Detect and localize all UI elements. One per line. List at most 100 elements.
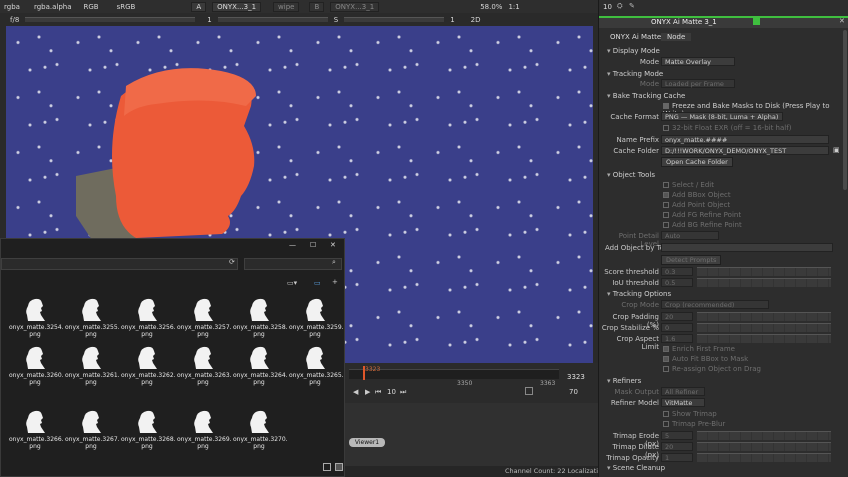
file-item[interactable]: onyx_matte.3255. png — [65, 297, 120, 338]
iou-threshold-slider[interactable] — [697, 278, 831, 287]
auto-fit-checkbox[interactable]: Auto Fit BBox to Mask — [663, 355, 748, 363]
trimap-opacity-input[interactable]: 1 — [661, 453, 693, 462]
select-edit-checkbox[interactable]: Select / Edit — [663, 181, 714, 189]
section-object-tools[interactable]: Object Tools — [607, 171, 655, 179]
trimap-dilate-slider[interactable] — [697, 442, 831, 451]
step-forward-button[interactable]: ⏭ — [400, 388, 406, 397]
float-exr-checkbox[interactable]: 32-bit Float EXR (off = 16-bit half) — [663, 124, 791, 132]
trimap-dilate-input[interactable]: 20 — [661, 442, 693, 451]
file-item[interactable]: onyx_matte.3259. png — [289, 297, 344, 338]
mode-dropdown[interactable]: Matte Overlay — [661, 57, 735, 66]
name-prefix-input[interactable]: onyx_matte.#### — [661, 135, 829, 144]
tiles-view-icon[interactable] — [335, 463, 343, 471]
tracking-mode-dropdown[interactable]: Loaded per Frame — [661, 79, 735, 88]
add-bg-refine-checkbox[interactable]: Add BG Refine Point — [663, 221, 742, 229]
score-threshold-slider[interactable] — [697, 267, 831, 276]
file-item[interactable]: onyx_matte.3268. png — [121, 409, 176, 450]
fps-field[interactable]: 70 — [569, 388, 578, 396]
file-item[interactable]: onyx_matte.3269. png — [177, 409, 232, 450]
add-point-checkbox[interactable]: Add Point Object — [663, 201, 730, 209]
trimap-opacity-slider[interactable] — [697, 453, 831, 462]
details-pane-icon[interactable]: ▭ — [314, 279, 321, 287]
timeline[interactable]: 3323 3350 3363 3323 ◀ ▶ ⏮ 10 ⏭ 70 — [345, 363, 598, 403]
zoom-dropdown[interactable]: 58.0% — [480, 3, 502, 11]
crop-stabilize-input[interactable]: 0 — [661, 323, 693, 332]
mask-output-dropdown[interactable]: All Refiner — [661, 387, 705, 396]
viewer-node[interactable]: Viewer1 — [349, 438, 385, 447]
enrich-first-checkbox[interactable]: Enrich First Frame — [663, 345, 735, 353]
panel-scrollbar[interactable] — [843, 30, 847, 190]
crop-stabilize-slider[interactable] — [697, 323, 831, 332]
refiner-model-dropdown[interactable]: VitMatte — [661, 398, 705, 407]
file-item[interactable]: onyx_matte.3266. png — [9, 409, 64, 450]
trimap-preblur-checkbox[interactable]: Trimap Pre-Blur — [663, 420, 725, 428]
cache-folder-input[interactable]: D:/!!!WORK/ONYX_DEMO/ONYX_TEST — [661, 146, 829, 155]
timeline-ruler[interactable] — [349, 369, 559, 379]
lut-dropdown[interactable]: sRGB — [117, 3, 136, 11]
step-back-button[interactable]: ⏮ — [375, 388, 381, 397]
crop-padding-input[interactable]: 20 — [661, 312, 693, 321]
reassign-checkbox[interactable]: Re-assign Object on Drag — [663, 365, 761, 373]
file-item[interactable]: onyx_matte.3257. png — [177, 297, 232, 338]
add-bbox-checkbox[interactable]: Add BBox Object — [663, 191, 731, 199]
search-icon[interactable]: ⌕ — [332, 258, 336, 267]
add-fg-refine-checkbox[interactable]: Add FG Refine Point — [663, 211, 741, 219]
crop-padding-slider[interactable] — [697, 312, 831, 321]
address-bar[interactable] — [1, 258, 238, 270]
file-explorer-window[interactable]: — ☐ ✕ ⟳ ⌕ ▭▾ ▭ + onyx_matte.3254. png onyx… — [0, 238, 345, 477]
file-item[interactable]: onyx_matte.3264. png — [233, 345, 288, 386]
frame-prefix[interactable]: f/8 — [10, 16, 19, 24]
prev-frame-button[interactable]: ◀ — [353, 388, 358, 396]
tab-node[interactable]: Node — [661, 33, 692, 41]
frame-s-slider[interactable] — [344, 17, 445, 22]
gamma-slider[interactable] — [217, 17, 328, 22]
play-button[interactable]: ▶ — [365, 388, 370, 396]
add-icon[interactable]: + — [332, 278, 338, 286]
view-mode-dropdown[interactable]: 2D — [471, 16, 481, 24]
section-display-mode[interactable]: Display Mode — [607, 47, 660, 55]
crop-aspect-input[interactable]: 1.6 — [661, 334, 693, 343]
folder-browse-icon[interactable]: ▣ — [833, 146, 840, 154]
input-b-dropdown[interactable]: ONYX...3_1 — [330, 1, 380, 12]
gain-slider[interactable] — [25, 17, 196, 22]
section-bake-cache[interactable]: Bake Tracking Cache — [607, 92, 686, 100]
section-refiners[interactable]: Refiners — [607, 377, 642, 385]
ratio-dropdown[interactable]: 1:1 — [508, 3, 519, 11]
open-cache-folder-button[interactable]: Open Cache Folder — [661, 157, 733, 167]
detect-prompts-button[interactable]: Detect Prompts — [661, 255, 722, 265]
wipe-dropdown[interactable]: wipe — [273, 1, 300, 12]
file-item[interactable]: onyx_matte.3254. png — [9, 297, 64, 338]
colorspace-dropdown[interactable]: RGB — [84, 3, 99, 11]
file-item[interactable]: onyx_matte.3265. png — [289, 345, 344, 386]
trimap-erode-slider[interactable] — [697, 431, 831, 440]
file-item[interactable]: onyx_matte.3267. png — [65, 409, 120, 450]
file-item[interactable]: onyx_matte.3261. png — [65, 345, 120, 386]
section-scene-cleanup[interactable]: Scene Cleanup — [607, 464, 665, 472]
point-detail-dropdown[interactable]: Auto — [661, 231, 719, 240]
maximize-icon[interactable]: ☐ — [310, 241, 316, 249]
section-tracking-options[interactable]: Tracking Options — [607, 290, 671, 298]
pen-icon[interactable]: ✎ — [629, 2, 635, 10]
crop-aspect-slider[interactable] — [697, 334, 831, 343]
node-color-icon[interactable] — [753, 18, 760, 25]
section-tracking-mode[interactable]: Tracking Mode — [607, 70, 663, 78]
file-item[interactable]: onyx_matte.3262. png — [121, 345, 176, 386]
file-item[interactable]: onyx_matte.3260. png — [9, 345, 64, 386]
show-trimap-checkbox[interactable]: Show Trimap — [663, 410, 717, 418]
iou-threshold-input[interactable]: 0.5 — [661, 278, 693, 287]
close-icon[interactable]: ✕ — [330, 241, 336, 249]
alpha-dropdown[interactable]: rgba.alpha — [34, 3, 72, 11]
refresh-icon[interactable]: ⟳ — [229, 258, 235, 266]
details-view-icon[interactable] — [323, 463, 331, 471]
file-item[interactable]: onyx_matte.3258. png — [233, 297, 288, 338]
channels-dropdown[interactable]: rgba — [4, 3, 20, 11]
input-a-dropdown[interactable]: ONYX...3_1 — [212, 1, 262, 12]
node-graph[interactable]: Viewer1 — [345, 403, 598, 466]
search-input[interactable] — [244, 258, 342, 270]
node-close-icon[interactable]: ✕ — [839, 17, 845, 25]
lock-icon[interactable]: ⛭ — [617, 2, 623, 11]
file-item[interactable]: onyx_matte.3256. png — [121, 297, 176, 338]
view-options-icon[interactable]: ▭▾ — [287, 279, 297, 287]
cache-format-dropdown[interactable]: PNG — Mask (8-bit, Luma + Alpha) — [661, 112, 783, 121]
text-prompt-input[interactable] — [661, 243, 833, 252]
